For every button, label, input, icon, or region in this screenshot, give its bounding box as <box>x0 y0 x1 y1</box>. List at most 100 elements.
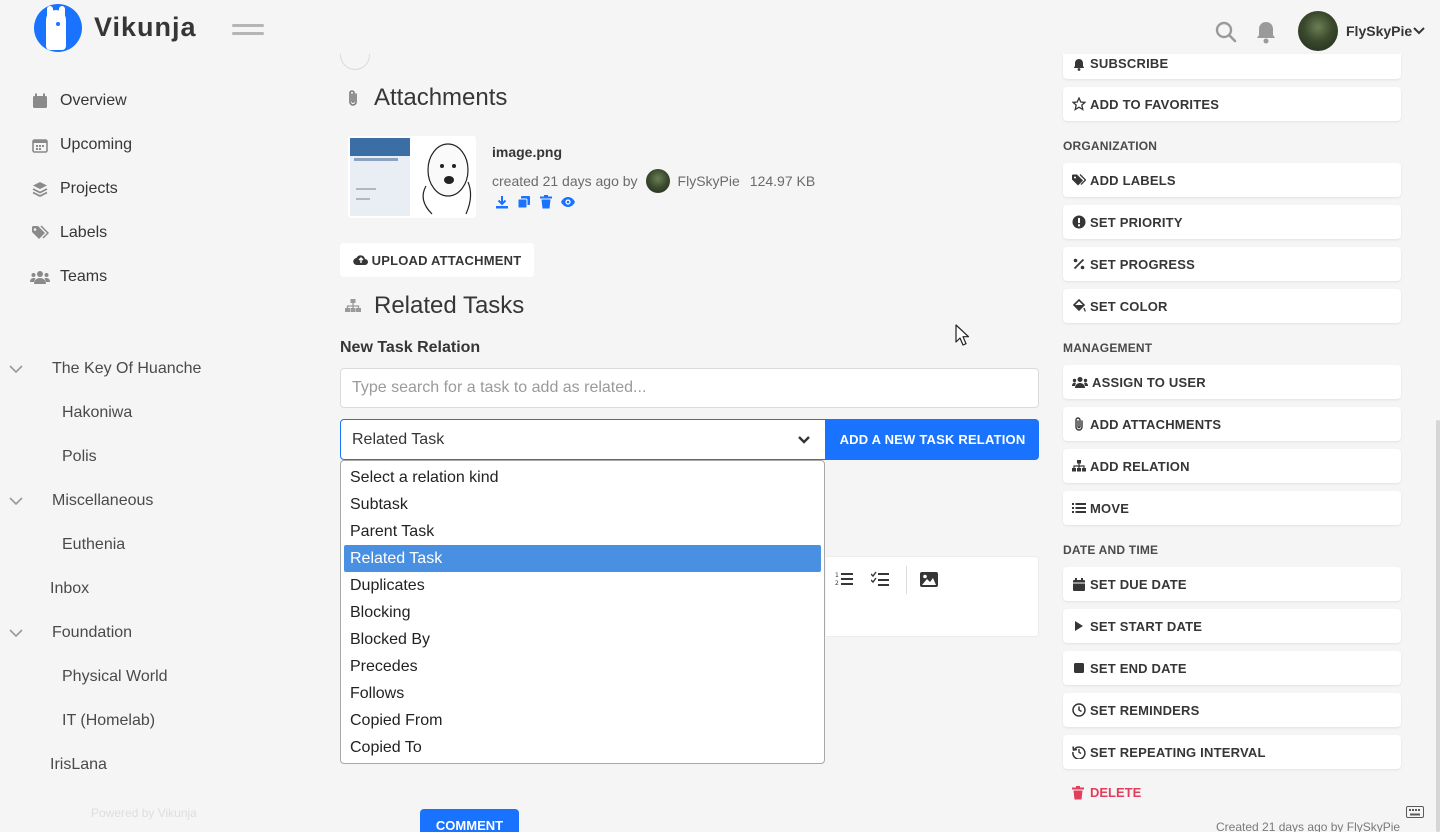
sidebar-item-label: Overview <box>60 92 127 109</box>
author-avatar <box>645 169 670 193</box>
chevron-down-icon[interactable] <box>1412 26 1426 36</box>
tags-icon <box>1072 173 1086 187</box>
new-task-relation-label: New Task Relation <box>340 339 481 356</box>
sidebar-item-overview[interactable]: Overview <box>30 86 127 116</box>
relation-option[interactable]: Follows <box>344 680 821 707</box>
download-icon[interactable] <box>494 194 510 210</box>
powered-by-link[interactable]: Powered by Vikunja <box>91 806 197 820</box>
attachment-actions <box>494 194 576 210</box>
attachment-size: 124.97 KB <box>749 173 816 189</box>
comment-button[interactable]: COMMENT <box>420 809 519 832</box>
relation-option[interactable]: Duplicates <box>344 572 821 599</box>
image-icon[interactable] <box>920 571 938 587</box>
add-labels-button[interactable]: ADD LABELS <box>1063 163 1401 197</box>
add-task-relation-button[interactable]: ADD A NEW TASK RELATION <box>826 419 1039 460</box>
attachment-thumbnail[interactable] <box>348 136 476 218</box>
project-the-key-of-huanche[interactable]: The Key Of Huanche <box>52 357 201 381</box>
relation-option[interactable]: Copied To <box>344 734 821 761</box>
related-task-search-input[interactable] <box>340 368 1039 408</box>
copy-icon[interactable] <box>516 194 532 210</box>
sitemap-icon <box>344 297 362 315</box>
relation-option[interactable]: Copied From <box>344 707 821 734</box>
relation-option[interactable]: Blocking <box>344 599 821 626</box>
project-foundation[interactable]: Foundation <box>52 621 132 645</box>
user-avatar[interactable] <box>1298 11 1338 51</box>
trash-icon[interactable] <box>538 194 554 210</box>
project-polis[interactable]: Polis <box>62 445 97 469</box>
management-heading: MANAGEMENT <box>1063 341 1153 355</box>
bell-icon <box>1072 57 1086 71</box>
project-irislana[interactable]: IrisLana <box>50 753 107 777</box>
trash-icon <box>1072 785 1086 800</box>
date-and-time-heading: DATE AND TIME <box>1063 543 1159 557</box>
set-start-date-button[interactable]: SET START DATE <box>1063 609 1401 643</box>
chevron-down-icon[interactable] <box>8 628 24 638</box>
history-icon <box>1072 745 1086 759</box>
set-reminders-button[interactable]: SET REMINDERS <box>1063 693 1401 727</box>
set-color-button[interactable]: SET COLOR <box>1063 289 1401 323</box>
eye-icon[interactable] <box>560 194 576 210</box>
relation-option[interactable]: Precedes <box>344 653 821 680</box>
relation-option-selected[interactable]: Related Task <box>344 545 821 572</box>
organization-heading: ORGANIZATION <box>1063 139 1158 153</box>
relation-option[interactable]: Parent Task <box>344 518 821 545</box>
set-progress-button[interactable]: SET PROGRESS <box>1063 247 1401 281</box>
clock-icon <box>1072 703 1086 717</box>
sidebar-item-teams[interactable]: Teams <box>30 262 107 292</box>
svg-text:2: 2 <box>835 580 839 587</box>
relation-kind-dropdown: Select a relation kind Subtask Parent Ta… <box>340 460 825 764</box>
subscribe-button[interactable]: SUBSCRIBE <box>1063 54 1401 79</box>
upload-attachment-button[interactable]: UPLOAD ATTACHMENT <box>340 243 534 277</box>
move-button[interactable]: MOVE <box>1063 491 1401 525</box>
attachment-filename[interactable]: image.png <box>492 144 562 160</box>
mouse-cursor-icon <box>955 324 969 346</box>
project-euthenia[interactable]: Euthenia <box>62 533 125 557</box>
sidebar-item-label: Teams <box>60 268 108 285</box>
relation-kind-select[interactable]: Related Task <box>340 419 826 460</box>
bell-icon[interactable] <box>1255 20 1277 44</box>
set-due-date-button[interactable]: SET DUE DATE <box>1063 567 1401 601</box>
sidebar-item-label: Labels <box>60 224 108 241</box>
page-scrollbar[interactable] <box>1436 420 1440 832</box>
created-note: Created 21 days ago by FlySkyPie <box>1216 820 1401 832</box>
project-physical-world[interactable]: Physical World <box>62 665 168 689</box>
attachments-heading: Attachments <box>344 84 507 112</box>
sidebar-item-label: Projects <box>60 180 118 197</box>
set-end-date-button[interactable]: SET END DATE <box>1063 651 1401 685</box>
add-relation-button[interactable]: ADD RELATION <box>1063 449 1401 483</box>
svg-text:1: 1 <box>835 572 839 579</box>
attachment-meta: created 21 days ago by FlySkyPie 124.97 … <box>492 169 816 193</box>
set-priority-button[interactable]: SET PRIORITY <box>1063 205 1401 239</box>
sidebar-item-upcoming[interactable]: Upcoming <box>30 130 132 160</box>
comment-editor[interactable] <box>826 556 1039 637</box>
sidebar-item-labels[interactable]: Labels <box>30 218 107 248</box>
relation-option[interactable]: Select a relation kind <box>344 464 821 491</box>
add-to-favorites-button[interactable]: ADD TO FAVORITES <box>1063 87 1401 121</box>
username-label[interactable]: FlySkyPie <box>1346 23 1412 39</box>
relation-option[interactable]: Blocked By <box>344 626 821 653</box>
add-attachments-button[interactable]: ADD ATTACHMENTS <box>1063 407 1401 441</box>
sitemap-icon <box>1072 459 1086 473</box>
task-list-icon[interactable] <box>871 571 889 587</box>
delete-task-button[interactable]: DELETE <box>1072 785 1141 800</box>
project-miscellaneous[interactable]: Miscellaneous <box>52 489 153 513</box>
users-icon <box>1072 375 1088 389</box>
hamburger-menu-icon[interactable] <box>232 24 264 40</box>
related-tasks-heading: Related Tasks <box>344 292 524 320</box>
ordered-list-icon[interactable]: 12 <box>835 571 853 587</box>
brand-name[interactable]: Vikunja <box>94 12 197 43</box>
chevron-down-icon[interactable] <box>8 496 24 506</box>
percent-icon <box>1072 257 1086 271</box>
assign-to-user-button[interactable]: ASSIGN TO USER <box>1063 365 1401 399</box>
keyboard-icon[interactable] <box>1406 806 1424 818</box>
project-inbox[interactable]: Inbox <box>50 577 89 601</box>
chevron-down-icon[interactable] <box>8 364 24 374</box>
search-icon[interactable] <box>1214 20 1238 44</box>
sidebar-item-projects[interactable]: Projects <box>30 174 118 204</box>
project-it-homelab[interactable]: IT (Homelab) <box>62 709 155 733</box>
calendar-icon <box>30 91 50 111</box>
vikunja-logo-icon[interactable] <box>34 4 82 52</box>
relation-option[interactable]: Subtask <box>344 491 821 518</box>
project-hakoniwa[interactable]: Hakoniwa <box>62 401 132 425</box>
set-repeating-interval-button[interactable]: SET REPEATING INTERVAL <box>1063 735 1401 769</box>
